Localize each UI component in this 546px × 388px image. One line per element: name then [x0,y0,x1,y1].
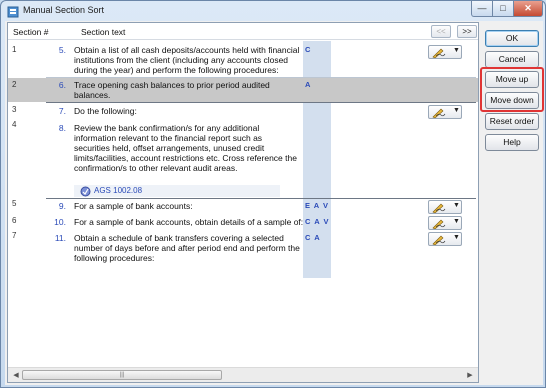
signoff-pen-icon [432,108,446,118]
chevron-down-icon: ▼ [453,202,460,209]
section-number: 1 [12,45,17,54]
list-item[interactable]: 5 9. For a sample of bank accounts: E A … [8,199,478,215]
section-number: 5 [12,199,17,208]
dialog-client: Section # Section text << >> 1 5. Obtain… [5,21,544,385]
signoff-button[interactable]: ▼ [428,232,462,246]
section-text: Do the following: [74,106,137,116]
signoff-button[interactable]: ▼ [428,200,462,214]
scrollbar-thumb[interactable]: ||| [22,370,222,380]
row-divider [46,102,476,103]
section-number: 6 [12,216,17,225]
help-button[interactable]: Help [485,134,539,151]
section-text: For a sample of bank accounts: [74,201,193,211]
signoff-button[interactable]: ▼ [428,45,462,59]
section-number: 2 [12,80,17,89]
assertion-code: C A [305,233,321,242]
window-title: Manual Section Sort [23,5,105,15]
section-list[interactable]: Section # Section text << >> 1 5. Obtain… [7,22,479,383]
signoff-pen-icon [432,235,446,245]
chevron-down-icon: ▼ [453,218,460,225]
close-button[interactable]: ✕ [513,1,543,17]
procedure-number: 9. [58,201,66,211]
next-page-button[interactable]: >> [457,25,477,38]
assertion-code: C A V [305,217,330,226]
app-icon [7,6,19,18]
move-down-button[interactable]: Move down [485,92,539,109]
procedure-number: 8. [58,123,66,133]
procedure-number: 7. [58,106,66,116]
list-item[interactable]: 1 5. Obtain a list of all cash deposits/… [8,43,478,77]
previous-page-button[interactable]: << [431,25,451,38]
signoff-pen-icon [432,219,446,229]
section-text: For a sample of bank accounts, obtain de… [74,217,304,227]
chevron-down-icon: ▼ [453,107,460,114]
signoff-pen-icon [432,48,446,58]
procedure-number: 5. [58,45,66,55]
reference-link-icon [80,186,91,197]
section-number-column-header[interactable]: Section # [13,27,48,37]
assertion-code: A [305,80,312,89]
section-text: Review the bank confirmation/s for any a… [74,123,297,173]
list-header: Section # Section text << >> [8,23,478,40]
cancel-button[interactable]: Cancel [485,51,539,68]
reference-link-label: AGS 1002.08 [94,186,143,195]
reference-link[interactable]: AGS 1002.08 [74,185,280,197]
signoff-button[interactable]: ▼ [428,105,462,119]
list-item[interactable]: 6 10. For a sample of bank accounts, obt… [8,215,478,231]
maximize-button[interactable]: □ [492,1,514,17]
signoff-button[interactable]: ▼ [428,216,462,230]
dialog-window: Manual Section Sort — □ ✕ Section # Sect… [0,0,546,388]
list-item[interactable]: 3 7. Do the following: ▼ [8,104,478,120]
section-text: Obtain a list of all cash deposits/accou… [74,45,300,75]
title-bar[interactable]: Manual Section Sort — □ ✕ [1,1,545,23]
procedure-number: 11. [54,233,66,243]
move-up-button[interactable]: Move up [485,71,539,88]
scroll-left-icon[interactable]: ◀ [11,371,21,379]
list-item[interactable]: 7 11. Obtain a schedule of bank transfer… [8,231,478,267]
horizontal-scrollbar[interactable]: ◀ ||| ▶ [8,367,478,382]
procedure-number: 6. [58,80,66,90]
chevron-down-icon: ▼ [453,47,460,54]
reset-order-button[interactable]: Reset order [485,113,539,130]
procedure-number: 10. [54,217,66,227]
section-text-column-header[interactable]: Section text [81,27,125,37]
section-number: 7 [12,231,17,240]
ok-button[interactable]: OK [485,30,539,47]
assertion-code: C [305,45,312,54]
section-text: Obtain a schedule of bank transfers cove… [74,233,300,263]
signoff-pen-icon [432,203,446,213]
scroll-right-icon[interactable]: ▶ [465,371,475,379]
section-number: 3 [12,105,17,114]
assertion-code: E A V [305,201,330,210]
list-item-selected[interactable]: 2 6. Trace opening cash balances to prio… [8,78,478,102]
section-number: 4 [12,120,17,129]
minimize-button[interactable]: — [471,1,493,17]
section-text: Trace opening cash balances to prior per… [74,80,270,100]
chevron-down-icon: ▼ [453,234,460,241]
